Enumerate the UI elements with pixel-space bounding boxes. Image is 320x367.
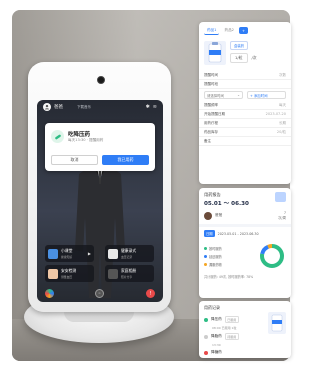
donut-legend: 按时服药 延迟服药 漏服药物 (204, 246, 222, 267)
avatar (204, 211, 212, 220)
book-icon (48, 248, 58, 259)
dose-unit: /次 (251, 55, 257, 60)
medication-reminder-dialog: 吃降压药 每天13:30 · 提醒用药 取消 我已用药 (45, 123, 155, 171)
date-filter[interactable]: 日期 2023.05.01 - 2023.06.30 (199, 227, 291, 240)
calendar-icon (275, 192, 286, 202)
confirm-taken-button[interactable]: 我已用药 (102, 155, 149, 165)
report-summary: 共计服药: 49次, 按时服药率: 78% (204, 275, 254, 279)
tile-blood-pressure[interactable]: 安安检测 测量血压 (45, 265, 94, 282)
form-row-note[interactable]: 备注 (199, 137, 291, 146)
check-icon (204, 350, 208, 355)
dose-input[interactable]: 1/粒 (230, 53, 248, 63)
status-center-text: 下载音乐 (77, 104, 91, 109)
medication-settings-panel: 药品1 药品2 + 盒装药 1/粒 /次 提醒时间 次数 提醒时段 请选择时间 (199, 22, 291, 184)
form-row-start-date[interactable]: 开始提醒日期 2023-07-20 (199, 110, 291, 119)
tab-drug-2[interactable]: 药品2 (221, 27, 236, 35)
status-user-name: 爸爸 (54, 105, 63, 110)
voice-button[interactable]: ◦ (95, 289, 104, 298)
drug-box-image (204, 41, 226, 65)
tile-health-record[interactable]: 健康录式 血压记录 (105, 245, 154, 262)
legend-item: 漏服药物 (204, 262, 222, 267)
camera-icon (97, 76, 105, 84)
add-time-button[interactable]: + 添加时间 (247, 91, 286, 99)
drug-thumbnail (268, 312, 286, 334)
tab-add-drug[interactable]: + (238, 27, 248, 34)
pending-icon (204, 334, 208, 339)
wifi-icon: ≋ (152, 104, 157, 110)
dialog-title: 吃降压药 (68, 132, 91, 138)
user-avatar[interactable] (43, 103, 51, 111)
report-user-row[interactable]: 爸爸 7 次/周 (199, 207, 291, 224)
check-icon (204, 317, 208, 322)
home-button[interactable] (45, 289, 54, 298)
report-title: 用药报告 (204, 192, 221, 197)
legend-item: 延迟服药 (204, 254, 222, 259)
record-icon (108, 248, 118, 259)
form-row-remind-period[interactable]: 提醒时段 (199, 80, 291, 89)
drug-type-chip[interactable]: 盒装药 (230, 41, 249, 50)
time-select-input[interactable]: 请选择时间 ⌄ (204, 91, 243, 99)
report-date-range: 05.01 ～ 06.30 (204, 201, 249, 207)
device-screen: 爸爸 下载音乐 ✱ ≋ 吃降压药 每天13:30 · 提醒用药 取消 我已用药 … (37, 100, 163, 302)
tile-class[interactable]: 小课堂 健康知识 ▶ (45, 245, 94, 262)
pill-icon (51, 130, 64, 143)
adherence-donut-chart (260, 244, 284, 268)
play-icon: ▶ (87, 251, 91, 256)
cancel-button[interactable]: 取消 (51, 155, 98, 165)
chevron-down-icon: ⌄ (237, 93, 240, 97)
form-row-remind-count[interactable]: 提醒时间 次数 (199, 71, 291, 80)
legend-item: 按时服药 (204, 246, 222, 251)
form-row-course[interactable]: 用药疗程 长期 (199, 119, 291, 128)
medication-records-panel: 用药记录 降压药 已服用 08:00 已服用 1粒 降脂药 待服用 13:30 … (199, 301, 291, 358)
record-item[interactable]: 降糖药 (199, 349, 291, 356)
form-row-frequency[interactable]: 提醒频率 每天 (199, 101, 291, 110)
person-icon (48, 268, 58, 279)
form-row-stock[interactable]: 药品库存 20/粒 (199, 128, 291, 137)
tab-drug-1[interactable]: 药品1 (204, 26, 220, 35)
status-bar: 爸爸 下载音乐 ✱ ≋ (37, 100, 163, 114)
photo-icon (108, 268, 118, 279)
drug-card: 盒装药 1/粒 /次 (199, 39, 291, 67)
tile-photo-album[interactable]: 家庭相册 照片分享 (105, 265, 154, 282)
sos-button[interactable]: ! (146, 289, 155, 298)
bluetooth-icon: ✱ (145, 104, 150, 110)
dialog-subtitle: 每天13:30 · 提醒用药 (68, 138, 104, 142)
medication-report-panel: 用药报告 05.01 ～ 06.30 爸爸 7 次/周 日期 2023.05.0… (199, 188, 291, 298)
